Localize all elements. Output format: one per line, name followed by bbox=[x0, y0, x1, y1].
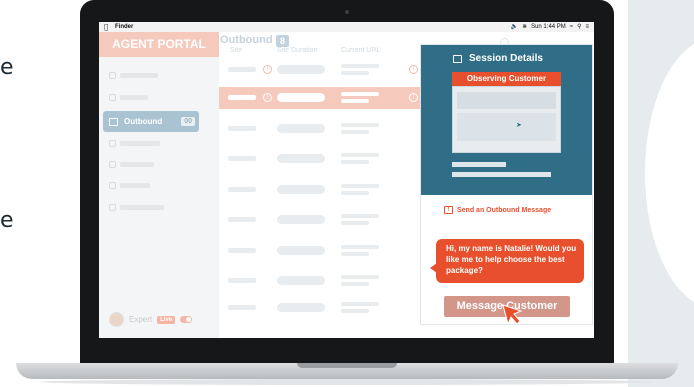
sidebar-item-placeholder[interactable] bbox=[109, 204, 164, 211]
volume-icon[interactable]: 🔈 bbox=[511, 22, 518, 32]
session-info-line bbox=[452, 162, 506, 167]
session-icon bbox=[453, 54, 462, 63]
page-title: Outbound bbox=[220, 34, 273, 46]
column-header-current-url[interactable]: Current URL bbox=[341, 47, 380, 54]
menubar-clock[interactable]: Sun 1:44 PM bbox=[531, 22, 566, 32]
laptop-notch bbox=[297, 363, 397, 368]
agent-profile[interactable]: Expert Live bbox=[109, 312, 193, 327]
cropped-text-fragment: e bbox=[0, 208, 14, 233]
message-icon: ! bbox=[444, 206, 453, 214]
apple-icon[interactable]:  bbox=[104, 22, 108, 32]
search-icon[interactable]: ⚲ bbox=[577, 22, 581, 32]
laptop-screen:  Finder 🔈 ⋇ Sun 1:44 PM ≈ ⚲ ≡ AGENT POR… bbox=[99, 22, 594, 338]
menubar-app-name[interactable]: Finder bbox=[115, 22, 133, 32]
warning-icon: ! bbox=[409, 93, 418, 102]
bluetooth-icon[interactable]: ⋇ bbox=[522, 22, 527, 32]
cropped-text-fragment: e bbox=[0, 55, 14, 80]
sidebar-item-placeholder[interactable] bbox=[109, 161, 154, 168]
menubar-status-area: 🔈 ⋇ Sun 1:44 PM ≈ ⚲ ≡ bbox=[511, 22, 589, 32]
sidebar-item-label: Outbound bbox=[124, 117, 163, 126]
table-row-selected[interactable]: !! bbox=[219, 87, 429, 109]
agent-portal-app: AGENT PORTAL Outbound 00 Expert Live Out… bbox=[99, 32, 594, 338]
warning-icon: ! bbox=[263, 93, 272, 102]
sidebar-item-placeholder[interactable] bbox=[109, 72, 158, 79]
sidebar-item-count: 00 bbox=[181, 117, 195, 126]
outbound-count-badge: 8 bbox=[276, 35, 290, 47]
send-link-label: Send an Outbound Message bbox=[457, 206, 552, 214]
table-row[interactable] bbox=[219, 270, 429, 292]
table-row[interactable]: !! bbox=[219, 59, 429, 81]
table-row[interactable] bbox=[219, 148, 429, 170]
table-row[interactable] bbox=[219, 240, 429, 262]
cursor-icon: ➤ bbox=[516, 122, 522, 129]
pointer-arrow-icon bbox=[502, 304, 523, 325]
marketing-stage: e e  Finder 🔈 ⋇ Sun 1:44 PM ≈ ⚲ ≡ AGENT… bbox=[0, 0, 694, 387]
sidebar-item-placeholder[interactable] bbox=[109, 94, 148, 101]
session-header: Session Details Observing Customer ➤ bbox=[421, 45, 592, 195]
table-row[interactable] bbox=[219, 209, 429, 231]
column-header-site[interactable]: Site bbox=[230, 47, 242, 54]
mac-menubar:  Finder 🔈 ⋇ Sun 1:44 PM ≈ ⚲ ≡ bbox=[99, 22, 594, 32]
brand-logo[interactable]: AGENT PORTAL bbox=[99, 32, 219, 57]
menu-list-icon[interactable]: ≡ bbox=[585, 22, 589, 32]
observing-customer-label: Observing Customer bbox=[452, 72, 561, 86]
customer-screen-preview[interactable]: ➤ bbox=[452, 86, 561, 153]
live-toggle[interactable] bbox=[180, 316, 193, 323]
column-header-site-duration[interactable]: Site Duration bbox=[277, 47, 317, 54]
sidebar-item-placeholder[interactable] bbox=[109, 140, 160, 147]
camera-dot bbox=[345, 10, 349, 14]
send-outbound-message-link[interactable]: ! Send an Outbound Message bbox=[444, 206, 551, 214]
table-row[interactable] bbox=[219, 118, 429, 140]
table-row[interactable] bbox=[219, 179, 429, 201]
warning-icon: ! bbox=[263, 65, 272, 74]
outbound-icon bbox=[109, 117, 118, 126]
session-title: Session Details bbox=[453, 53, 543, 64]
sidebar: AGENT PORTAL Outbound 00 Expert Live bbox=[99, 32, 219, 338]
wifi-icon[interactable]: ≈ bbox=[570, 22, 573, 32]
laptop-shadow bbox=[40, 379, 654, 385]
avatar bbox=[109, 312, 124, 327]
sidebar-item-outbound[interactable]: Outbound 00 bbox=[103, 111, 199, 132]
session-details-panel: Session Details Observing Customer ➤ ! S… bbox=[420, 44, 593, 325]
session-title-text: Session Details bbox=[469, 53, 543, 64]
chat-bubble: Hi, my name is Natalie! Would you like m… bbox=[430, 239, 584, 283]
status-badge: Live bbox=[157, 315, 176, 324]
table-row[interactable] bbox=[219, 297, 429, 319]
agent-label: Expert bbox=[129, 315, 153, 324]
warning-icon: ! bbox=[409, 65, 418, 74]
session-info-line bbox=[452, 172, 551, 177]
sidebar-item-placeholder[interactable] bbox=[109, 182, 150, 189]
